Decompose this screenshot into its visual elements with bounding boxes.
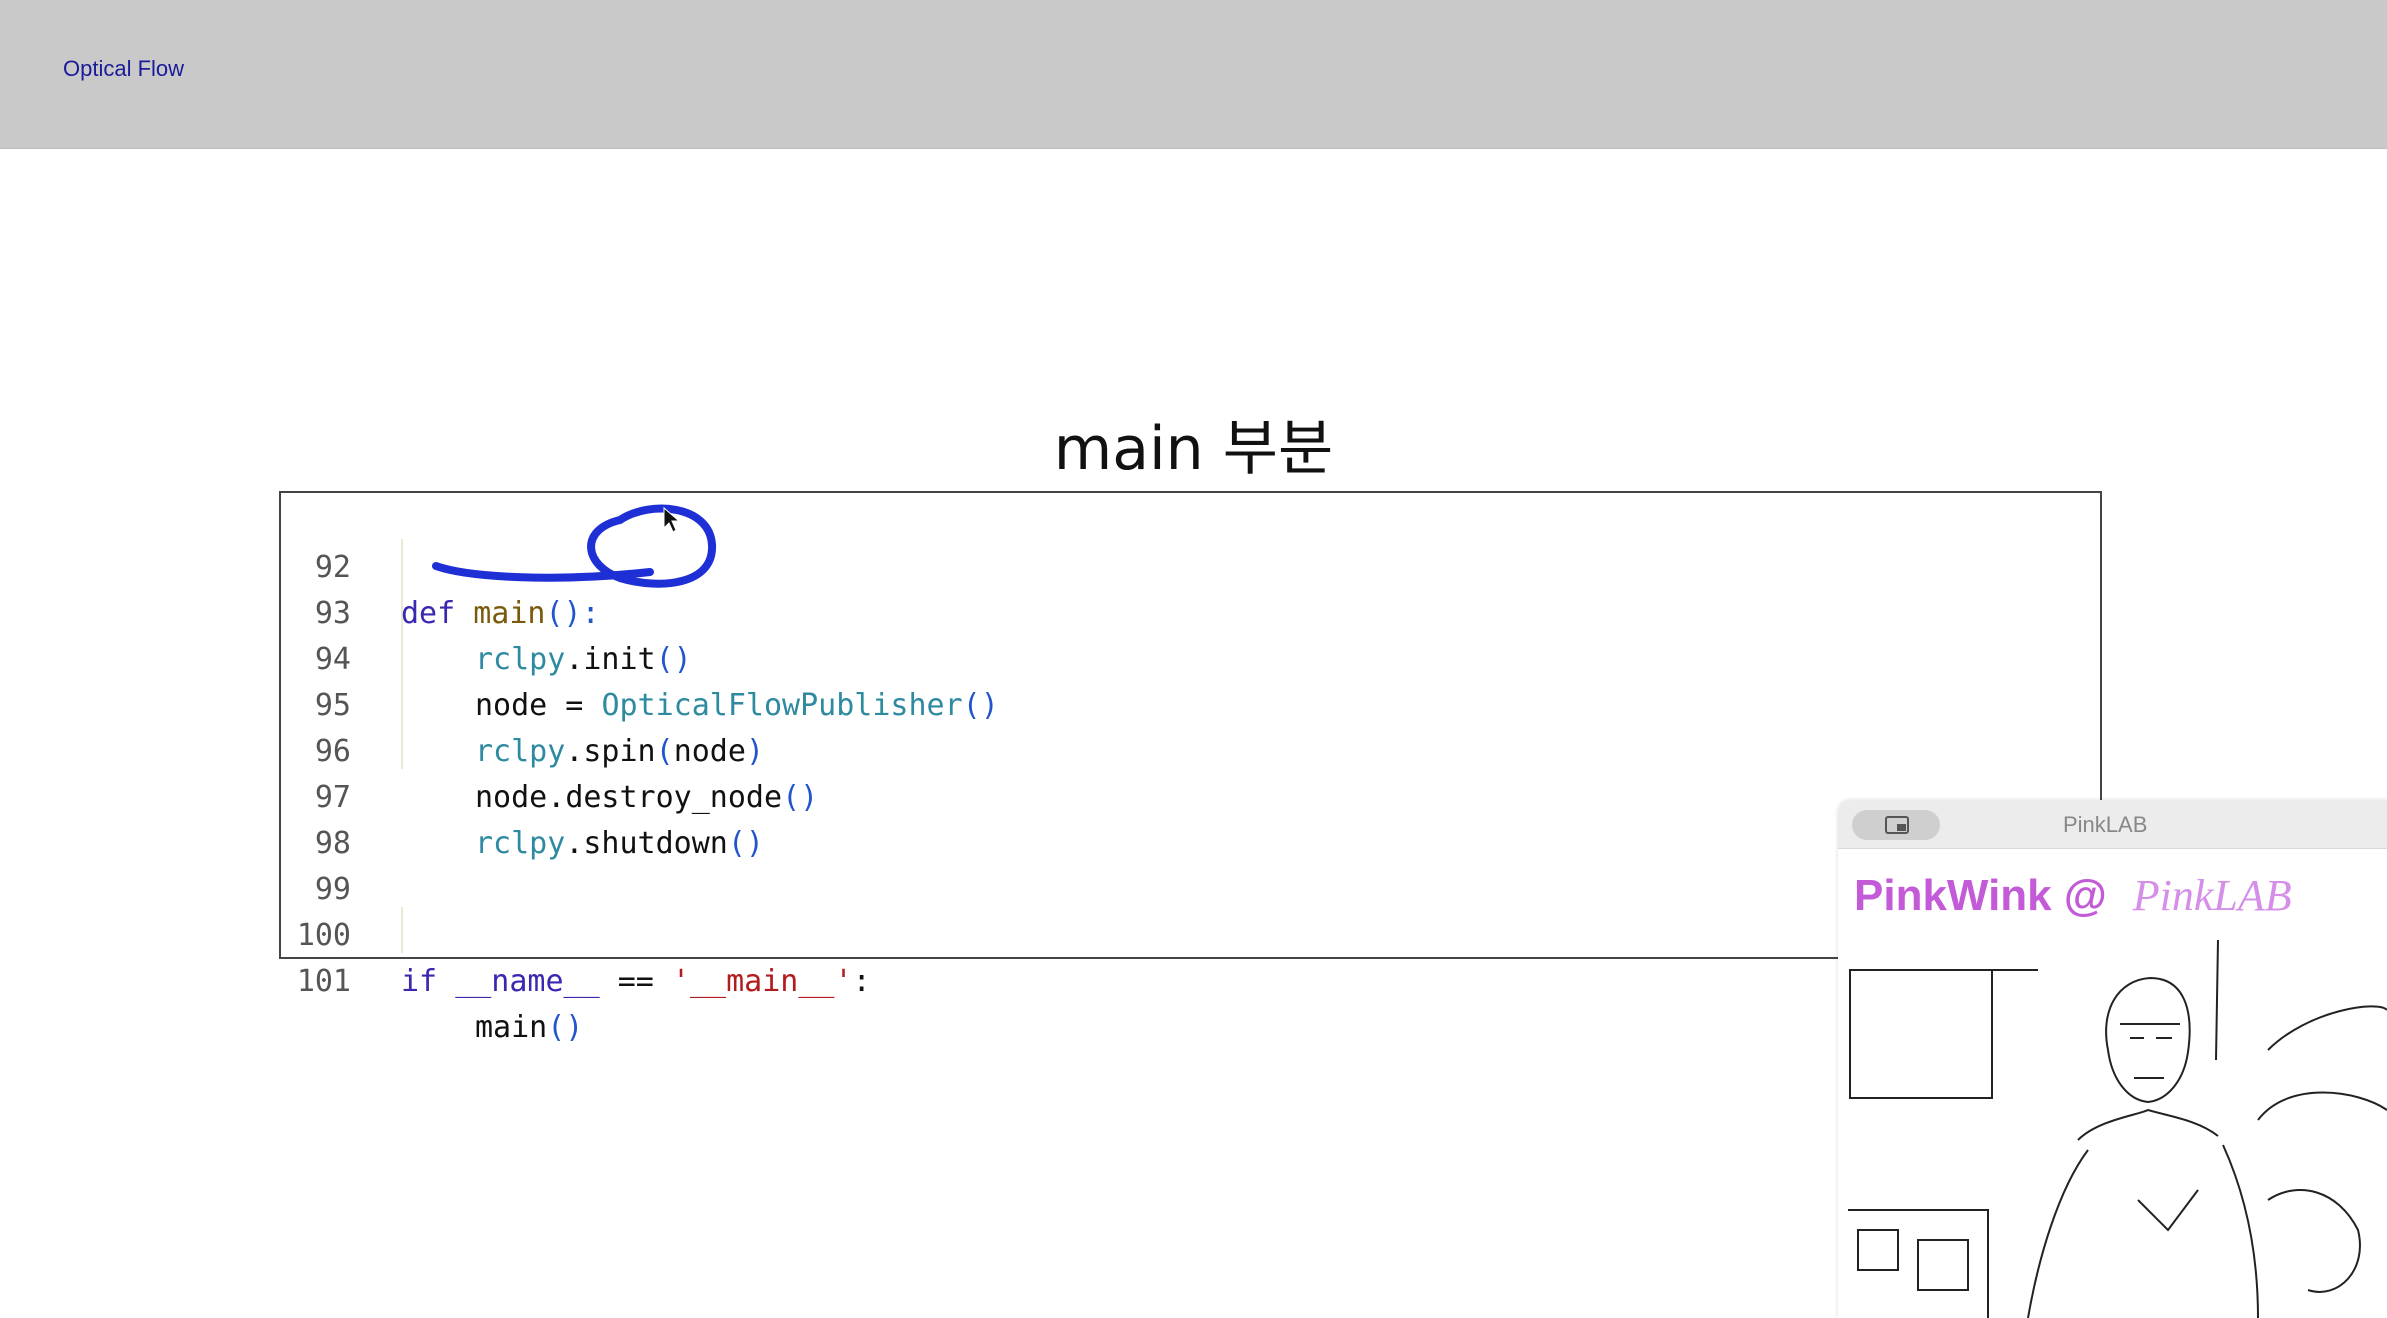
code-line-101: 101 main() [281,913,2100,1045]
banner-left: PinkWink @ [1854,871,2107,920]
code-line-96: 96 node.destroy_node() [281,683,2100,815]
code-line-94: 94 node = OpticalFlowPublisher() [281,591,2100,723]
pip-window[interactable]: PinkLAB PinkWink @ PinkLAB [1838,800,2387,1318]
punctuation: () [547,1010,584,1045]
dunder-name: __name__ [455,964,600,999]
code-line-92: 92 def main(): [281,499,2100,631]
webcam-video [1848,940,2387,1318]
pip-banner: PinkWink @ PinkLAB [1854,870,2292,921]
banner-right: PinkLAB [2132,871,2292,920]
slide-header: Optical Flow [0,0,2387,149]
operator: == [599,964,672,999]
punctuation: : [852,964,871,999]
pip-titlebar[interactable]: PinkLAB [1838,800,2387,849]
code-line-100: 100 if __name__ == '__main__': [281,867,2100,999]
code-line-93: 93 rclpy.init() [281,545,2100,677]
picture-in-picture-icon [1885,816,1909,834]
function-call: main [475,1010,548,1045]
header-title: Optical Flow [63,56,185,81]
code-line-95: 95 rclpy.spin(node) [281,637,2100,769]
keyword-if: if [401,964,438,999]
line-number: 101 [296,964,351,999]
code-line-98: 98 [281,775,2100,861]
code-block: 92 def main(): 93 rclpy.init() 94 node =… [279,491,2102,1045]
pip-title: PinkLAB [2063,812,2148,837]
code-line-99: 99 [281,821,2100,907]
pip-toggle-button[interactable] [1852,810,1940,840]
slide-title: main 부분 [1053,414,1334,484]
string-literal: '__main__' [671,964,853,999]
code-line-97: 97 rclpy.shutdown() [281,729,2100,861]
